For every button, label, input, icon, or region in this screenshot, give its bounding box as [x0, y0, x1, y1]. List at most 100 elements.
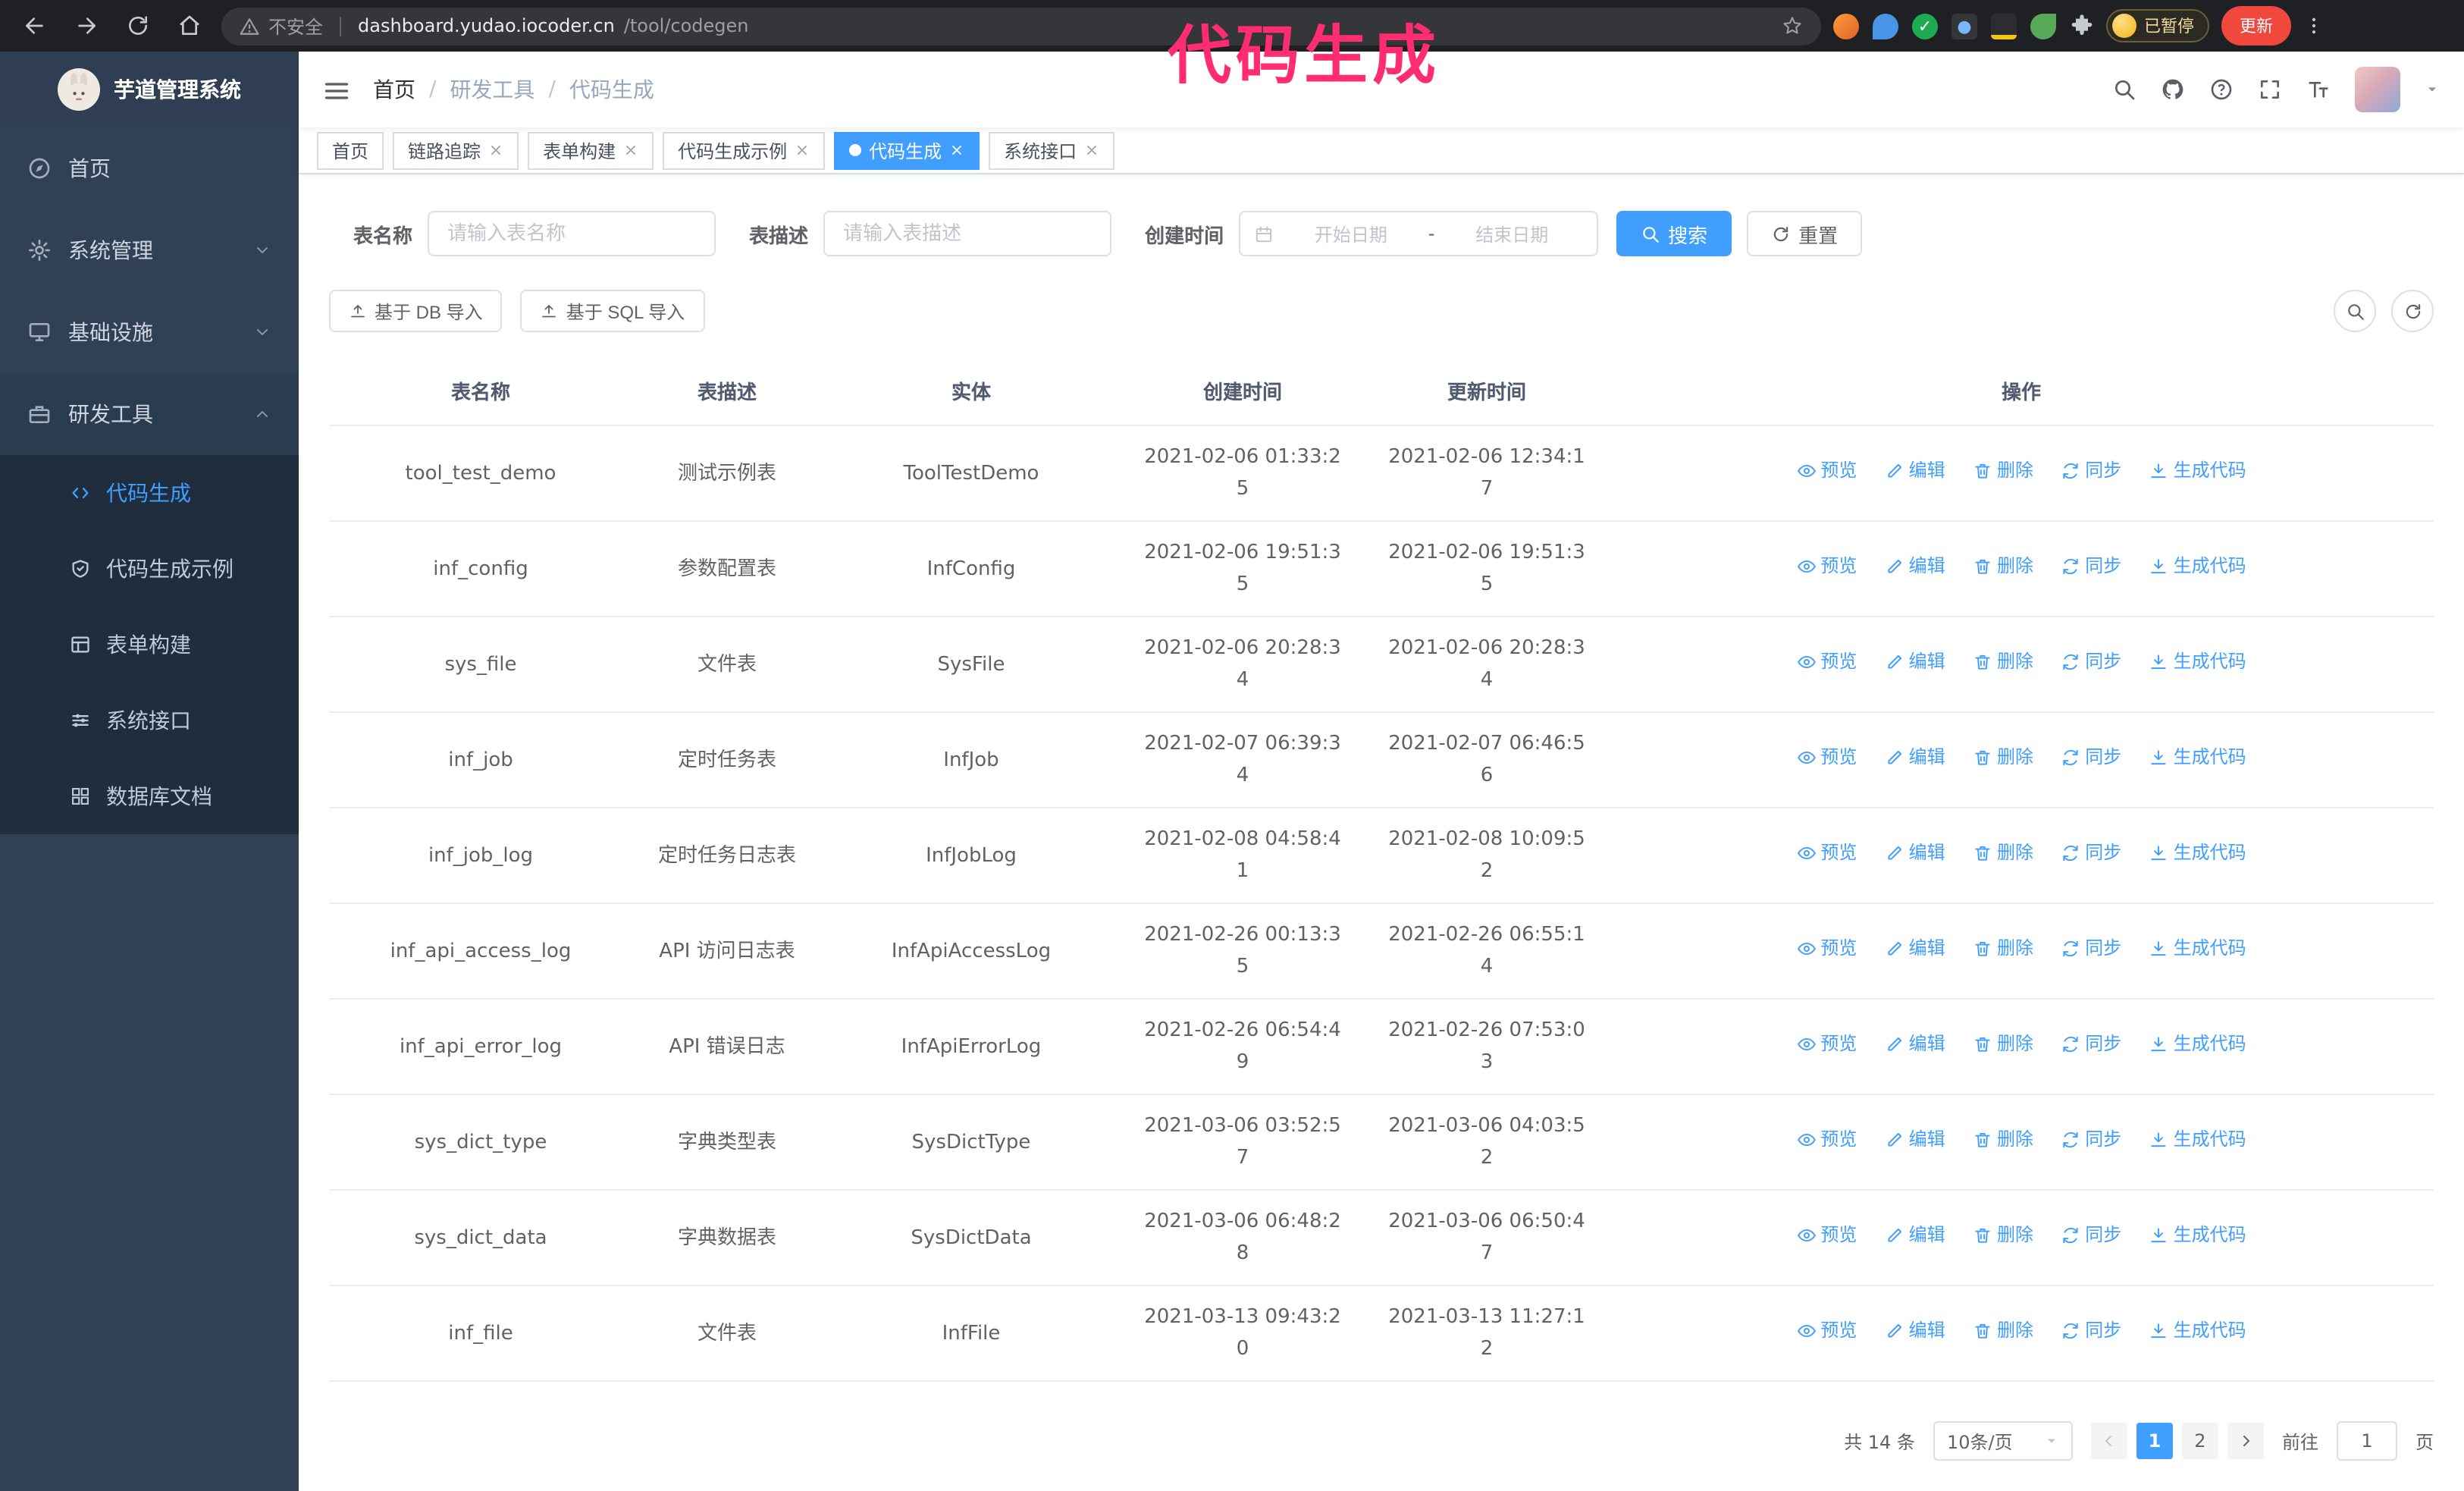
edit-link[interactable]: 编辑	[1885, 551, 1945, 582]
sidebar-item-codegen-example[interactable]: 代码生成示例	[0, 531, 299, 607]
tab-form-builder[interactable]: 表单构建	[528, 131, 654, 169]
people-extension-icon[interactable]: ●	[1951, 13, 1977, 39]
edit-link[interactable]: 编辑	[1885, 933, 1945, 965]
edit-link[interactable]: 编辑	[1885, 646, 1945, 678]
generate-code-link[interactable]: 生成代码	[2149, 742, 2246, 774]
generate-code-link[interactable]: 生成代码	[2149, 551, 2246, 582]
breadcrumb-home[interactable]: 首页	[373, 74, 415, 105]
leaf-extension-icon[interactable]	[2030, 13, 2056, 39]
browser-forward-button[interactable]	[67, 6, 106, 46]
check-extension-icon[interactable]: ✓	[1912, 13, 1938, 39]
edit-link[interactable]: 编辑	[1885, 455, 1945, 487]
prev-page-button[interactable]	[2090, 1423, 2127, 1459]
edit-link[interactable]: 编辑	[1885, 1124, 1945, 1156]
page-button-1[interactable]: 1	[2136, 1423, 2173, 1459]
search-icon[interactable]	[2112, 77, 2136, 102]
delete-link[interactable]: 删除	[1973, 1315, 2033, 1347]
close-icon[interactable]	[1084, 143, 1099, 158]
preview-link[interactable]: 预览	[1796, 837, 1857, 869]
browser-home-button[interactable]	[170, 6, 209, 46]
reset-button[interactable]: 重置	[1747, 211, 1863, 256]
preview-link[interactable]: 预览	[1796, 742, 1857, 774]
preview-link[interactable]: 预览	[1796, 933, 1857, 965]
sidebar-toggle-button[interactable]	[323, 75, 350, 105]
drop-extension-icon[interactable]	[1873, 13, 1898, 39]
delete-link[interactable]: 删除	[1973, 837, 2033, 869]
github-icon[interactable]	[2161, 77, 2185, 102]
generate-code-link[interactable]: 生成代码	[2149, 1219, 2246, 1251]
paused-badge[interactable]: 已暂停	[2106, 9, 2209, 42]
sync-link[interactable]: 同步	[2061, 1219, 2121, 1251]
sync-link[interactable]: 同步	[2061, 742, 2121, 774]
preview-link[interactable]: 预览	[1796, 1219, 1857, 1251]
sidebar-item-codegen[interactable]: 代码生成	[0, 455, 299, 531]
edit-link[interactable]: 编辑	[1885, 1219, 1945, 1251]
edit-link[interactable]: 编辑	[1885, 1028, 1945, 1060]
user-avatar[interactable]	[2355, 67, 2400, 112]
logo[interactable]: 芋道管理系统	[0, 52, 299, 127]
table-desc-input[interactable]	[823, 211, 1112, 256]
sync-link[interactable]: 同步	[2061, 1315, 2121, 1347]
sidebar-item-devtools[interactable]: 研发工具	[0, 373, 299, 455]
preview-link[interactable]: 预览	[1796, 646, 1857, 678]
import-sql-button[interactable]: 基于 SQL 导入	[520, 290, 705, 332]
tab-codegen-example[interactable]: 代码生成示例	[663, 131, 826, 169]
tab-tracing[interactable]: 链路追踪	[393, 131, 519, 169]
generate-code-link[interactable]: 生成代码	[2149, 646, 2246, 678]
delete-link[interactable]: 删除	[1973, 742, 2033, 774]
import-db-button[interactable]: 基于 DB 导入	[329, 290, 503, 332]
sidebar-item-home[interactable]: 首页	[0, 127, 299, 209]
sync-link[interactable]: 同步	[2061, 551, 2121, 582]
fullscreen-icon[interactable]	[2258, 77, 2282, 102]
tab-home[interactable]: 首页	[317, 131, 384, 169]
sidebar-item-system[interactable]: 系统管理	[0, 209, 299, 291]
puzzle-extensions-icon[interactable]	[2070, 14, 2094, 38]
security-chip[interactable]: 不安全	[268, 13, 323, 39]
generate-code-link[interactable]: 生成代码	[2149, 1315, 2246, 1347]
next-page-button[interactable]	[2227, 1423, 2264, 1459]
preview-link[interactable]: 预览	[1796, 1315, 1857, 1347]
search-button[interactable]: 搜索	[1616, 211, 1732, 256]
generate-code-link[interactable]: 生成代码	[2149, 933, 2246, 965]
end-date-placeholder[interactable]: 结束日期	[1440, 221, 1583, 246]
delete-link[interactable]: 删除	[1973, 1124, 2033, 1156]
sync-link[interactable]: 同步	[2061, 646, 2121, 678]
start-date-placeholder[interactable]: 开始日期	[1280, 221, 1422, 246]
generate-code-link[interactable]: 生成代码	[2149, 837, 2246, 869]
page-size-select[interactable]: 10条/页	[1933, 1421, 2073, 1461]
delete-link[interactable]: 删除	[1973, 646, 2033, 678]
sidebar-item-form-builder[interactable]: 表单构建	[0, 607, 299, 683]
sync-link[interactable]: 同步	[2061, 1124, 2121, 1156]
bookmark-star-button[interactable]	[1782, 15, 1803, 37]
browser-menu-dots-icon[interactable]	[2303, 15, 2324, 36]
shop-extension-icon[interactable]	[1991, 13, 2017, 39]
goto-page-input[interactable]	[2336, 1421, 2397, 1461]
delete-link[interactable]: 删除	[1973, 1028, 2033, 1060]
create-time-range-picker[interactable]: 开始日期 - 结束日期	[1239, 211, 1599, 256]
edit-link[interactable]: 编辑	[1885, 742, 1945, 774]
delete-link[interactable]: 删除	[1973, 551, 2033, 582]
edit-link[interactable]: 编辑	[1885, 1315, 1945, 1347]
caret-down-icon[interactable]	[2425, 82, 2440, 97]
page-button-2[interactable]: 2	[2181, 1423, 2218, 1459]
tab-codegen[interactable]: 代码生成	[834, 131, 980, 169]
delete-link[interactable]: 删除	[1973, 455, 2033, 487]
sync-link[interactable]: 同步	[2061, 1028, 2121, 1060]
edit-link[interactable]: 编辑	[1885, 837, 1945, 869]
close-icon[interactable]	[623, 143, 638, 158]
help-icon[interactable]	[2209, 77, 2234, 102]
font-size-icon[interactable]	[2306, 77, 2331, 102]
generate-code-link[interactable]: 生成代码	[2149, 455, 2246, 487]
delete-link[interactable]: 删除	[1973, 933, 2033, 965]
toggle-search-button[interactable]	[2334, 290, 2376, 332]
browser-back-button[interactable]	[15, 6, 55, 46]
generate-code-link[interactable]: 生成代码	[2149, 1028, 2246, 1060]
close-icon[interactable]	[795, 143, 810, 158]
preview-link[interactable]: 预览	[1796, 551, 1857, 582]
browser-update-button[interactable]: 更新	[2221, 6, 2291, 46]
sync-link[interactable]: 同步	[2061, 455, 2121, 487]
browser-reload-button[interactable]	[118, 6, 158, 46]
sidebar-item-infra[interactable]: 基础设施	[0, 291, 299, 373]
generate-code-link[interactable]: 生成代码	[2149, 1124, 2246, 1156]
close-icon[interactable]	[949, 143, 964, 158]
